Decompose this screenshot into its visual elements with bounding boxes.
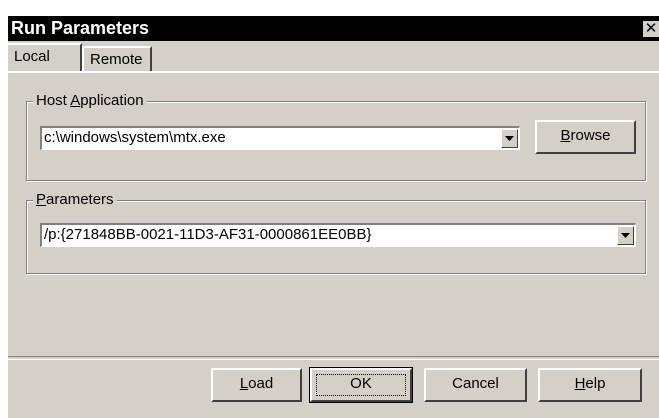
window-title: Run Parameters (11, 18, 150, 38)
parameters-value: /p:{271848BB-0021-11D3-AF31-0000861EE0BB… (44, 226, 372, 243)
host-application-group: Host Application c:\windows\system\mtx.e… (26, 92, 646, 181)
tab-panel: Host Application c:\windows\system\mtx.e… (8, 71, 659, 358)
parameters-combo[interactable]: /p:{271848BB-0021-11D3-AF31-0000861EE0BB… (40, 223, 636, 247)
host-application-combo[interactable]: c:\windows\system\mtx.exe (40, 126, 520, 150)
tab-remote-label: Remote (90, 51, 143, 68)
parameters-legend: Parameters (33, 191, 117, 209)
chevron-down-icon[interactable] (617, 226, 634, 245)
cancel-button[interactable]: Cancel (424, 368, 527, 402)
title-bar[interactable]: Run Parameters ✕ (8, 16, 659, 41)
chevron-down-icon[interactable] (501, 129, 518, 148)
browse-button[interactable]: Browse (535, 120, 636, 154)
host-application-legend: Host Application (33, 92, 147, 110)
help-button[interactable]: Help (538, 368, 642, 402)
close-icon[interactable]: ✕ (643, 21, 659, 37)
focus-rect (316, 374, 406, 396)
tab-remote[interactable]: Remote (82, 46, 152, 71)
tab-local[interactable]: Local (8, 43, 82, 71)
divider (8, 356, 659, 360)
host-application-value: c:\windows\system\mtx.exe (44, 129, 226, 146)
load-button[interactable]: Load (211, 368, 302, 402)
parameters-group: Parameters /p:{271848BB-0021-11D3-AF31-0… (26, 191, 646, 274)
ok-button[interactable]: OK (309, 367, 413, 403)
tab-local-label: Local (14, 48, 50, 65)
run-parameters-dialog: Run Parameters ✕ Local Remote Host Appli… (8, 16, 659, 418)
